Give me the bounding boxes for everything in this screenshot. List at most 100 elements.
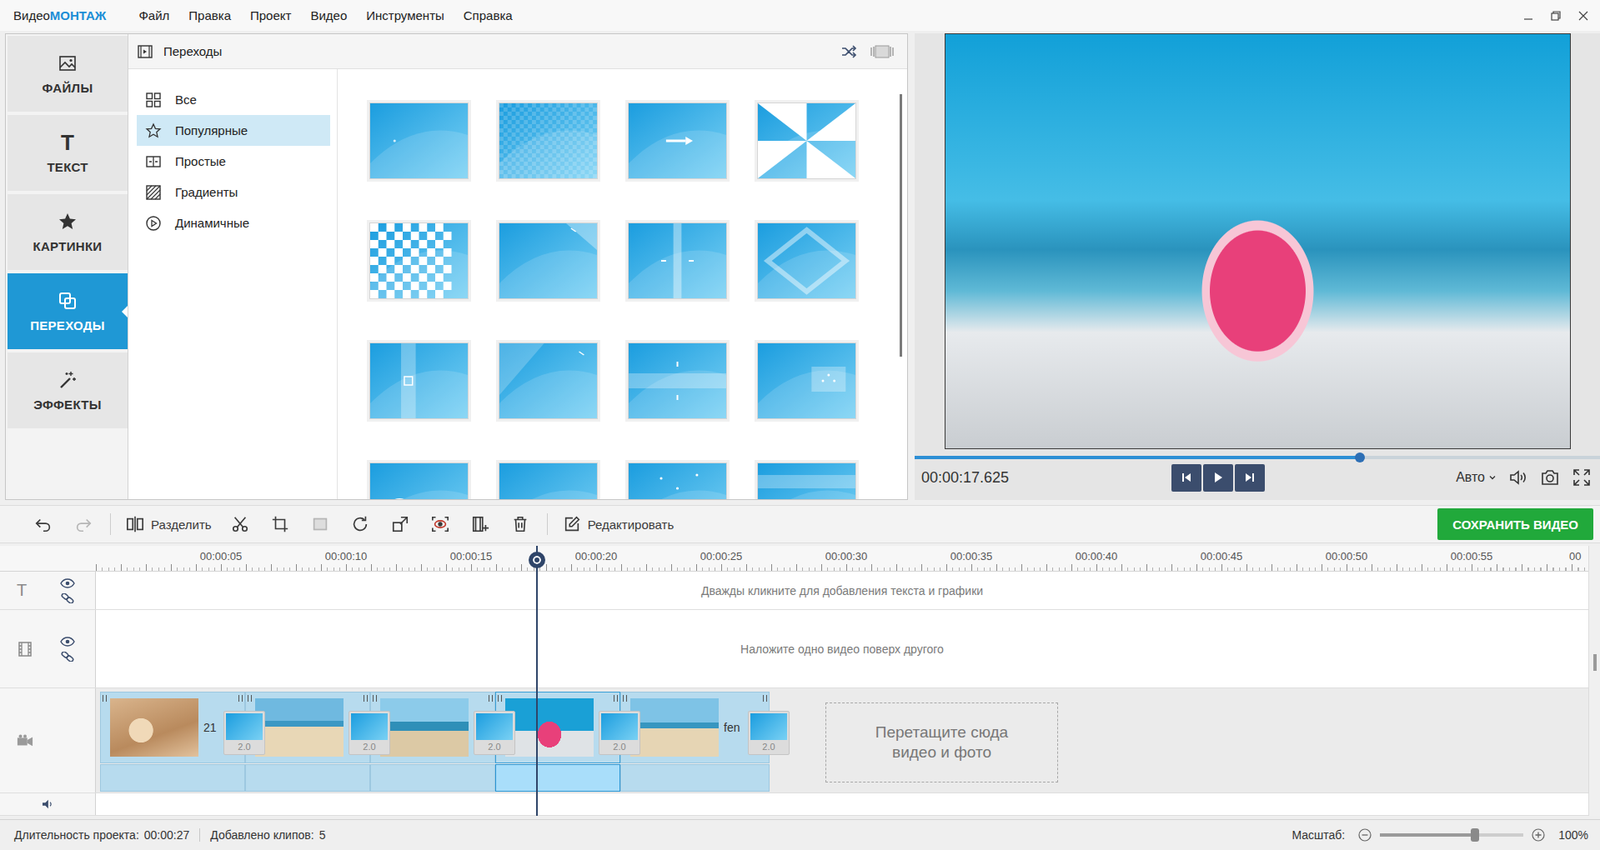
volume-icon[interactable] [1508,467,1529,488]
zoom-out-icon[interactable] [1358,828,1372,843]
menu-item[interactable]: Файл [138,8,170,23]
overlay-track-hint[interactable]: Наложите одно видео поверх другого [740,642,944,657]
image-icon [57,53,78,74]
menu-item[interactable]: Инструменты [366,8,445,23]
timeline-scrollbar[interactable] [1588,546,1600,817]
transition-thumbnail[interactable] [369,102,469,180]
shuffle-icon[interactable] [840,43,858,61]
replace-button[interactable] [463,509,497,540]
transition-duration: 2.0 [237,740,251,754]
clip-trim-handle[interactable] [363,695,368,703]
link-icon[interactable] [60,593,76,604]
previous-button[interactable] [1171,464,1202,492]
transition-thumbnail[interactable] [757,102,857,180]
transition-thumbnail[interactable] [369,462,469,500]
video-clip[interactable]: fen2.0 [620,692,770,764]
fullscreen-icon[interactable] [1571,467,1592,488]
link-icon[interactable] [60,652,76,663]
transition-thumbnail[interactable] [498,222,598,300]
audio-segment[interactable] [245,764,371,793]
transition-thumbnail[interactable] [627,462,728,500]
delete-button[interactable] [503,509,537,540]
close-icon[interactable] [1578,10,1589,21]
transition-thumbnail[interactable] [498,462,598,500]
apply-to-all-icon[interactable] [868,43,896,61]
clip-transition[interactable]: 2.0 [223,711,266,756]
transition-thumbnail[interactable] [627,222,728,300]
camera-icon[interactable] [1539,467,1560,488]
crop-button[interactable] [263,509,297,540]
menu-item[interactable]: Видео [310,8,347,23]
clip-trim-handle[interactable] [497,695,502,703]
category-item[interactable]: Градиенты [136,176,331,208]
scrollbar[interactable] [893,69,908,500]
transition-preview-icon [628,103,727,179]
zoom-slider[interactable] [1379,833,1524,838]
transition-thumbnail[interactable] [627,342,728,420]
clip-trim-handle[interactable] [238,695,243,703]
category-item[interactable]: Популярные [136,115,331,146]
zoom-in-icon[interactable] [1531,828,1545,843]
playhead[interactable] [536,546,538,817]
transition-thumbnail[interactable] [757,342,857,420]
clip-transition[interactable]: 2.0 [348,711,391,756]
transition-thumbnail[interactable] [757,462,857,500]
sidebar-item[interactable]: КАРТИНКИ [7,194,128,271]
menu-item[interactable]: Правка [188,8,231,23]
split-button[interactable]: Разделить [120,509,217,540]
audio-segment[interactable] [100,764,246,793]
transition-thumbnail[interactable] [369,222,469,300]
clip-trim-handle[interactable] [762,695,768,703]
audio-segment[interactable] [495,764,621,793]
minimize-icon[interactable] [1523,10,1534,21]
menu-item[interactable]: Проект [250,8,291,23]
time-ruler[interactable]: 00:00:0500:00:1000:00:1500:00:2000:00:25… [0,546,1589,572]
category-item[interactable]: Простые [136,145,331,177]
sidebar-item[interactable]: TТЕКСТ [7,115,128,191]
clip-transition[interactable]: 2.0 [747,711,790,756]
zoom-knob[interactable] [1470,828,1480,843]
category-item[interactable]: Динамичные [136,207,331,239]
rotate-button[interactable] [343,509,377,540]
play-button[interactable] [1203,464,1234,492]
simple-transition-icon [145,153,162,171]
clip-transition[interactable]: 2.0 [598,711,641,756]
eye-icon[interactable] [60,578,76,589]
clip-transition[interactable]: 2.0 [473,711,516,756]
progress-knob[interactable] [1354,452,1365,463]
category-item[interactable]: Все [136,84,331,116]
save-video-button[interactable]: СОХРАНИТЬ ВИДЕО [1437,508,1594,541]
transition-thumbnail[interactable] [498,342,598,420]
audio-segment[interactable] [620,764,770,793]
redo-button[interactable] [66,509,101,540]
next-button[interactable] [1234,464,1265,492]
clip-trim-handle[interactable] [622,695,627,703]
audio-segment[interactable] [370,764,496,793]
transition-thumbnail[interactable] [627,102,728,180]
frame-button[interactable] [303,509,337,540]
menu-item[interactable]: Справка [463,8,513,23]
clip-trim-handle[interactable] [372,695,377,703]
clip-trim-handle[interactable] [613,695,618,703]
video-clip[interactable]: 212.0 [100,692,246,764]
drop-zone[interactable]: Перетащите сюда видео и фото [825,702,1059,783]
eye-icon[interactable] [60,636,76,648]
playback-progress[interactable] [914,456,1600,460]
resize-button[interactable] [383,509,417,540]
sidebar-item[interactable]: ПЕРЕХОДЫ [7,273,128,350]
transition-thumbnail[interactable] [369,342,469,420]
clip-trim-handle[interactable] [247,695,252,703]
sidebar-item[interactable]: ФАЙЛЫ [7,35,128,112]
quality-dropdown[interactable]: Авто [1455,470,1497,486]
transition-thumbnail[interactable] [498,102,598,180]
restore-icon[interactable] [1550,10,1561,21]
sidebar-item[interactable]: ЭФФЕКТЫ [7,352,128,429]
undo-button[interactable] [26,509,61,540]
text-track-hint[interactable]: Дважды кликните для добавления текста и … [701,584,984,598]
cut-button[interactable] [223,509,257,540]
edit-button[interactable]: Редактировать [557,509,680,540]
stabilize-button[interactable] [423,509,457,540]
transition-thumbnail[interactable] [757,222,857,300]
clip-trim-handle[interactable] [488,695,493,703]
clip-trim-handle[interactable] [102,695,107,703]
